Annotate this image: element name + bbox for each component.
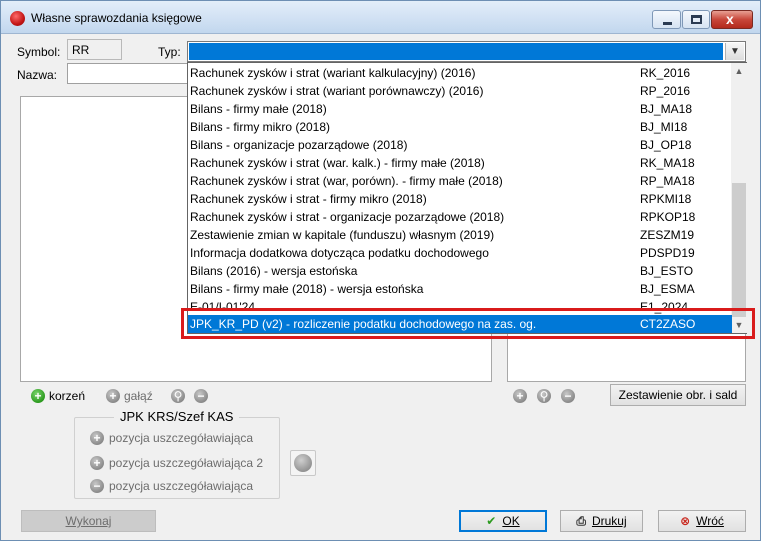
dropdown-item-code: BJ_MI18 — [640, 120, 688, 134]
summary-button[interactable]: Zestawienie obr. i sald — [610, 384, 746, 406]
dropdown-item-name: Bilans - organizacje pozarządowe (2018) — [190, 138, 408, 152]
dropdown-item-code: RPKMI18 — [640, 192, 692, 206]
dropdown-item-name: Rachunek zysków i strat (wariant kalkula… — [190, 66, 476, 80]
back-button[interactable]: ⊗ Wróć — [658, 510, 746, 532]
dropdown-item-name: Bilans (2016) - wersja estońska — [190, 264, 358, 278]
dropdown-item-name: Informacja dodatkowa dotycząca podatku d… — [190, 246, 489, 260]
dropdown-item-code: RK_MA18 — [640, 156, 695, 170]
close-icon: x — [726, 11, 734, 27]
chevron-down-icon[interactable]: ▼ — [725, 43, 744, 60]
detail-item-1[interactable]: pozycja uszczegóławiająca — [109, 431, 253, 445]
nazwa-field[interactable] — [67, 63, 189, 84]
symbol-label: Symbol: — [17, 45, 61, 59]
ok-label: OK — [502, 514, 520, 528]
minimize-icon — [663, 22, 672, 25]
typ-label: Typ: — [158, 45, 181, 59]
dropdown-item-name: Bilans - firmy małe (2018) - wersja esto… — [190, 282, 424, 296]
dropdown-item-name: Rachunek zysków i strat - firmy mikro (2… — [190, 192, 427, 206]
dropdown-item-code: RK_2016 — [640, 66, 691, 80]
dropdown-item-name: Rachunek zysków i strat (war. kalk.) - f… — [190, 156, 485, 170]
dropdown-item-name: Rachunek zysków i strat (wariant porówna… — [190, 84, 484, 98]
dropdown-item-code: BJ_OP18 — [640, 138, 692, 152]
add-account-icon[interactable]: + — [513, 389, 527, 403]
close-button[interactable]: x — [711, 10, 753, 29]
dropdown-item[interactable]: Zestawienie zmian w kapitale (funduszu) … — [188, 226, 732, 244]
remove-account-icon[interactable]: − — [561, 389, 575, 403]
symbol-field[interactable]: RR — [67, 39, 122, 60]
dropdown-item-name: Rachunek zysków i strat - organizacje po… — [190, 210, 505, 224]
print-button[interactable]: ⎙ Drukuj — [560, 510, 643, 532]
add-root-icon[interactable]: + — [31, 389, 45, 403]
circle-button[interactable] — [290, 450, 316, 476]
window-title: Własne sprawozdania księgowe — [31, 11, 202, 25]
root-label[interactable]: korzeń — [49, 389, 85, 403]
dropdown-item[interactable]: Rachunek zysków i strat (wariant kalkula… — [188, 64, 732, 82]
dropdown-item[interactable]: Rachunek zysków i strat - organizacje po… — [188, 208, 732, 226]
dropdown-item[interactable]: Bilans - firmy małe (2018) BJ_MA18 — [188, 100, 732, 118]
scroll-up-icon[interactable]: ▲ — [731, 63, 747, 79]
circle-icon — [294, 454, 312, 472]
dropdown-item-name: Rachunek zysków i strat (war, porówn). -… — [190, 174, 503, 188]
back-label: Wróć — [696, 514, 724, 528]
title-bar[interactable]: Własne sprawozdania księgowe x — [1, 1, 760, 34]
remove-icon[interactable]: − — [194, 389, 208, 403]
dropdown-item-code: RPKOP18 — [640, 210, 696, 224]
add-detail-2-icon[interactable]: + — [90, 456, 104, 470]
selection-highlight-frame — [181, 308, 755, 339]
dropdown-scrollbar[interactable]: ▲ ▼ — [731, 63, 747, 333]
add-detail-icon[interactable]: + — [90, 431, 104, 445]
branch-label[interactable]: gałąź — [124, 389, 153, 403]
add-branch-icon[interactable]: + — [106, 389, 120, 403]
dropdown-item-code: ZESZM19 — [640, 228, 695, 242]
detail-item-3[interactable]: pozycja uszczegóławiająca — [109, 479, 253, 493]
dropdown-item[interactable]: Bilans - firmy mikro (2018) BJ_MI18 — [188, 118, 732, 136]
dropdown-item[interactable]: Rachunek zysków i strat (war. kalk.) - f… — [188, 154, 732, 172]
dropdown-item[interactable]: Rachunek zysków i strat - firmy mikro (2… — [188, 190, 732, 208]
search-account-icon[interactable]: ⚲ — [537, 389, 551, 403]
detail-item-2[interactable]: pozycja uszczegóławiająca 2 — [109, 456, 263, 470]
execute-label: Wykonaj — [65, 514, 112, 528]
dropdown-item[interactable]: Rachunek zysków i strat (war, porówn). -… — [188, 172, 732, 190]
typ-dropdown-list[interactable]: ▲ ▼ Rachunek zysków i strat (wariant kal… — [187, 62, 747, 334]
dropdown-item-name: Bilans - firmy małe (2018) — [190, 102, 327, 116]
app-logo-icon — [10, 11, 25, 26]
dropdown-item-name: Zestawienie zmian w kapitale (funduszu) … — [190, 228, 495, 242]
dropdown-item[interactable]: Informacja dodatkowa dotycząca podatku d… — [188, 244, 732, 262]
dropdown-item-code: BJ_MA18 — [640, 102, 693, 116]
typ-combobox[interactable]: ▼ — [187, 41, 746, 62]
dropdown-item-code: RP_2016 — [640, 84, 691, 98]
search-icon[interactable]: ⚲ — [171, 389, 185, 403]
scrollbar-thumb[interactable] — [732, 183, 746, 317]
nazwa-label: Nazwa: — [17, 68, 58, 82]
maximize-icon — [691, 15, 702, 24]
maximize-button[interactable] — [682, 10, 710, 29]
dropdown-item-code: BJ_ESTO — [640, 264, 694, 278]
dropdown-item-code: PDSPD19 — [640, 246, 695, 260]
dropdown-item[interactable]: Rachunek zysków i strat (wariant porówna… — [188, 82, 732, 100]
dropdown-item-name: Bilans - firmy mikro (2018) — [190, 120, 331, 134]
dropdown-item-code: BJ_ESMA — [640, 282, 695, 296]
cancel-icon: ⊗ — [680, 514, 691, 528]
check-icon: ✔ — [486, 514, 497, 528]
execute-button[interactable]: Wykonaj — [21, 510, 156, 532]
group-title: JPK KRS/Szef KAS — [114, 409, 240, 424]
minimize-button[interactable] — [652, 10, 681, 29]
typ-selection — [189, 43, 723, 60]
dropdown-item[interactable]: Bilans - organizacje pozarządowe (2018) B… — [188, 136, 732, 154]
dropdown-item-code: RP_MA18 — [640, 174, 695, 188]
dropdown-item[interactable]: Bilans (2016) - wersja estońska BJ_ESTO — [188, 262, 732, 280]
report-dialog: Własne sprawozdania księgowe x Symbol: R… — [0, 0, 761, 541]
remove-detail-icon[interactable]: − — [90, 479, 104, 493]
dropdown-item[interactable]: Bilans - firmy małe (2018) - wersja esto… — [188, 280, 732, 298]
ok-button[interactable]: ✔ OK — [459, 510, 547, 532]
print-label: Drukuj — [591, 514, 627, 528]
printer-icon: ⎙ — [576, 514, 586, 528]
